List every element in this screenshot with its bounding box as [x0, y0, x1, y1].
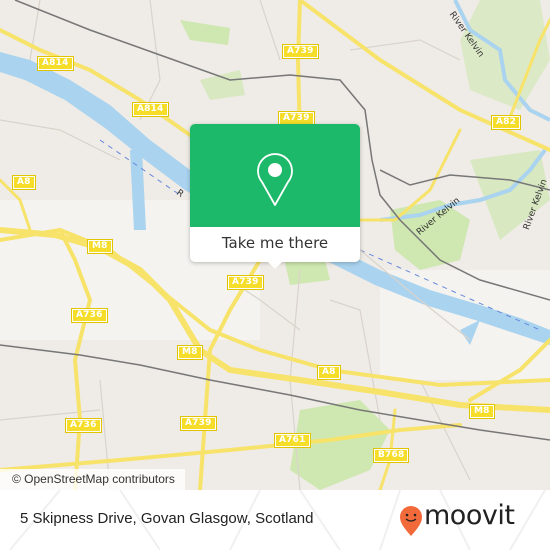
- popup-header: [190, 124, 360, 227]
- take-me-there-button[interactable]: Take me there: [190, 227, 360, 262]
- road-shield-a8: A8: [317, 365, 341, 380]
- road-shield-a736: A736: [65, 418, 102, 433]
- road-shield-m8: M8: [87, 239, 113, 254]
- osm-attribution[interactable]: © OpenStreetMap contributors: [0, 469, 185, 490]
- road-shield-a739: A739: [180, 416, 217, 431]
- moovit-pin-icon: [400, 506, 422, 536]
- road-shield-a8: A8: [12, 175, 36, 190]
- footer: 5 Skipness Drive, Govan Glasgow, Scotlan…: [0, 490, 550, 550]
- map[interactable]: A814 A814 A739 A739 A82 A8 M8 A739 A736 …: [0, 0, 550, 490]
- road-shield-a761: A761: [274, 433, 311, 448]
- road-shield-a739: A739: [282, 44, 319, 59]
- road-shield-a739: A739: [227, 275, 264, 290]
- road-shield-m8: M8: [177, 345, 203, 360]
- destination-popup: Take me there: [190, 124, 360, 269]
- address-text: 5 Skipness Drive, Govan Glasgow, Scotlan…: [20, 510, 314, 527]
- road-shield-b768: B768: [372, 448, 410, 463]
- road-shield-a814: A814: [132, 102, 169, 117]
- location-pin-icon: [257, 153, 293, 206]
- moovit-wordmark: moovit: [424, 500, 515, 531]
- popup-pointer: [267, 261, 283, 269]
- road-shield-a814: A814: [37, 56, 74, 71]
- road-shield-a82: A82: [490, 115, 522, 130]
- road-shield-m8: M8: [469, 404, 495, 419]
- road-shield-a736: A736: [71, 308, 108, 323]
